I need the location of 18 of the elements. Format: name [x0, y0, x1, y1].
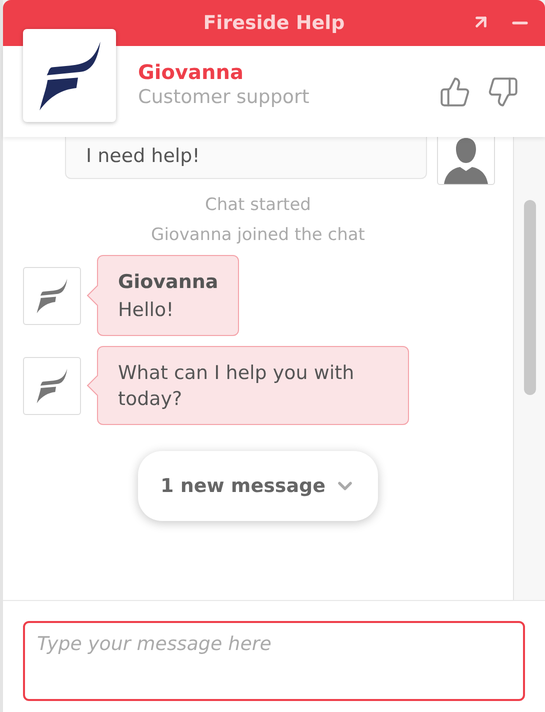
sender-name: Giovanna	[118, 270, 218, 295]
system-message: Giovanna joined the chat	[151, 225, 365, 245]
thumbs-down-icon[interactable]	[487, 76, 519, 108]
person-icon	[444, 138, 488, 184]
window-title: Fireside Help	[203, 12, 345, 34]
thumbs-up-icon[interactable]	[439, 76, 471, 108]
logo-icon	[34, 368, 70, 404]
logo-icon	[34, 278, 70, 314]
message-text: I need help!	[86, 144, 200, 169]
scrollbar[interactable]	[513, 137, 545, 600]
scrollbar-thumb[interactable]	[524, 200, 536, 395]
message-field[interactable]: Type your message here	[23, 621, 525, 701]
message-text: What can I help you with today?	[118, 361, 356, 412]
system-message: Chat started	[205, 195, 311, 215]
message-text: Hello!	[118, 298, 175, 323]
new-message-button[interactable]: 1 new message	[138, 451, 378, 521]
agent-role: Customer support	[138, 86, 310, 108]
agent-name: Giovanna	[138, 60, 245, 84]
